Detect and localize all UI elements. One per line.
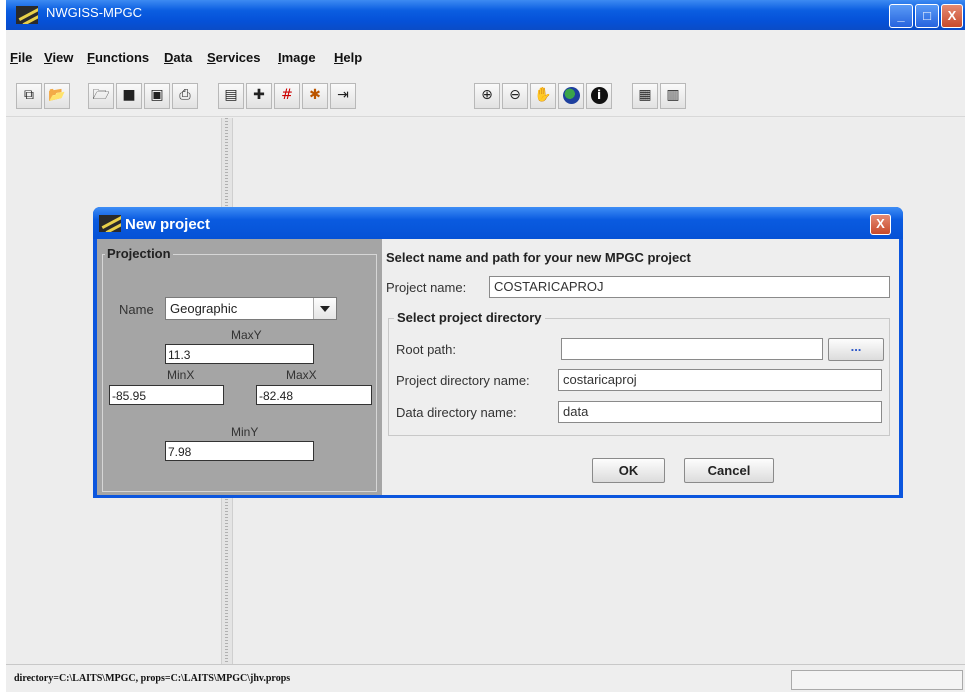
app-logo-icon: [99, 215, 121, 232]
status-field: [791, 670, 963, 690]
chevron-down-icon[interactable]: [313, 298, 336, 319]
pan-hand-icon[interactable]: ✋: [530, 83, 556, 109]
status-bar: directory=C:\LAITS\MPGC, props=C:\LAITS\…: [6, 664, 965, 692]
maxx-field[interactable]: -82.48: [256, 385, 372, 405]
miny-field[interactable]: 7.98: [165, 441, 314, 461]
save-all-icon[interactable]: ▣: [144, 83, 170, 109]
ok-button[interactable]: OK: [592, 458, 665, 483]
data-directory-name-label: Data directory name:: [396, 405, 517, 420]
root-path-input[interactable]: [561, 338, 823, 360]
menu-bar: File View Functions Data Services Image …: [6, 30, 965, 68]
project-directory-legend: Select project directory: [394, 310, 545, 325]
miny-label: MinY: [231, 425, 259, 439]
folder-open-icon[interactable]: 🗁: [88, 83, 114, 109]
clipboard-icon[interactable]: ▤: [218, 83, 244, 109]
new-window-icon[interactable]: ⧉: [16, 83, 42, 109]
menu-image[interactable]: Image: [278, 50, 316, 65]
minx-label: MinX: [167, 368, 195, 382]
projection-panel: Projection Name Geographic MaxY 11.3 Min…: [97, 239, 382, 495]
maxy-label: MaxY: [231, 328, 262, 342]
save-icon[interactable]: ■: [116, 83, 142, 109]
projection-name-value: Geographic: [170, 301, 238, 316]
menu-help[interactable]: Help: [334, 50, 362, 65]
print-icon[interactable]: ⎙: [172, 83, 198, 109]
layers-icon[interactable]: ▦: [632, 83, 658, 109]
project-name-label: Project name:: [386, 280, 467, 295]
open-folder-icon[interactable]: 📂: [44, 83, 70, 109]
minx-field[interactable]: -85.95: [109, 385, 224, 405]
data-directory-name-input[interactable]: data: [558, 401, 882, 423]
maxx-label: MaxX: [286, 368, 317, 382]
zoom-in-icon[interactable]: ⊕: [474, 83, 500, 109]
browse-button[interactable]: ...: [828, 338, 884, 361]
document-icon[interactable]: ▥: [660, 83, 686, 109]
dialog-heading: Select name and path for your new MPGC p…: [386, 250, 691, 265]
status-text: directory=C:\LAITS\MPGC, props=C:\LAITS\…: [14, 673, 291, 684]
menu-view[interactable]: View: [44, 50, 73, 65]
project-directory-name-input[interactable]: costaricaproj: [558, 369, 882, 391]
window-titlebar[interactable]: NWGISS-MPGC _ □ X: [6, 0, 965, 30]
dialog-body: Projection Name Geographic MaxY 11.3 Min…: [97, 239, 899, 495]
projection-name-label: Name: [119, 302, 154, 317]
palette-icon[interactable]: ✱: [302, 83, 328, 109]
dialog-titlebar[interactable]: New project X: [93, 207, 903, 239]
maximize-button[interactable]: □: [915, 4, 939, 28]
export-icon[interactable]: ⇥: [330, 83, 356, 109]
root-path-label: Root path:: [396, 342, 456, 357]
projection-name-select[interactable]: Geographic: [165, 297, 337, 320]
zoom-out-icon[interactable]: ⊖: [502, 83, 528, 109]
menu-file[interactable]: File: [10, 50, 32, 65]
project-directory-name-label: Project directory name:: [396, 373, 530, 388]
project-settings-panel: Select name and path for your new MPGC p…: [384, 239, 899, 495]
window-title: NWGISS-MPGC: [46, 5, 143, 20]
dialog-title: New project: [125, 216, 211, 233]
app-logo-icon: [16, 6, 38, 24]
toolbar: ⧉ 📂 🗁 ■ ▣ ⎙ ▤ ✚ # ✱ ⇥ ⊕ ⊖ ✋ i ▦ ▥: [6, 72, 965, 117]
menu-services[interactable]: Services: [207, 50, 261, 65]
grid-icon[interactable]: #: [274, 83, 300, 109]
globe-icon[interactable]: [558, 83, 584, 109]
menu-functions[interactable]: Functions: [87, 50, 149, 65]
maxy-field[interactable]: 11.3: [165, 344, 314, 364]
dialog-close-button[interactable]: X: [870, 214, 891, 235]
minimize-button[interactable]: _: [889, 4, 913, 28]
cancel-button[interactable]: Cancel: [684, 458, 774, 483]
project-name-input[interactable]: COSTARICAPROJ: [489, 276, 890, 298]
close-button[interactable]: X: [941, 4, 963, 28]
projection-legend: Projection: [105, 246, 173, 261]
new-project-dialog: New project X Projection Name Geographic…: [93, 207, 903, 498]
menu-data[interactable]: Data: [164, 50, 192, 65]
info-icon[interactable]: i: [586, 83, 612, 109]
add-layer-icon[interactable]: ✚: [246, 83, 272, 109]
